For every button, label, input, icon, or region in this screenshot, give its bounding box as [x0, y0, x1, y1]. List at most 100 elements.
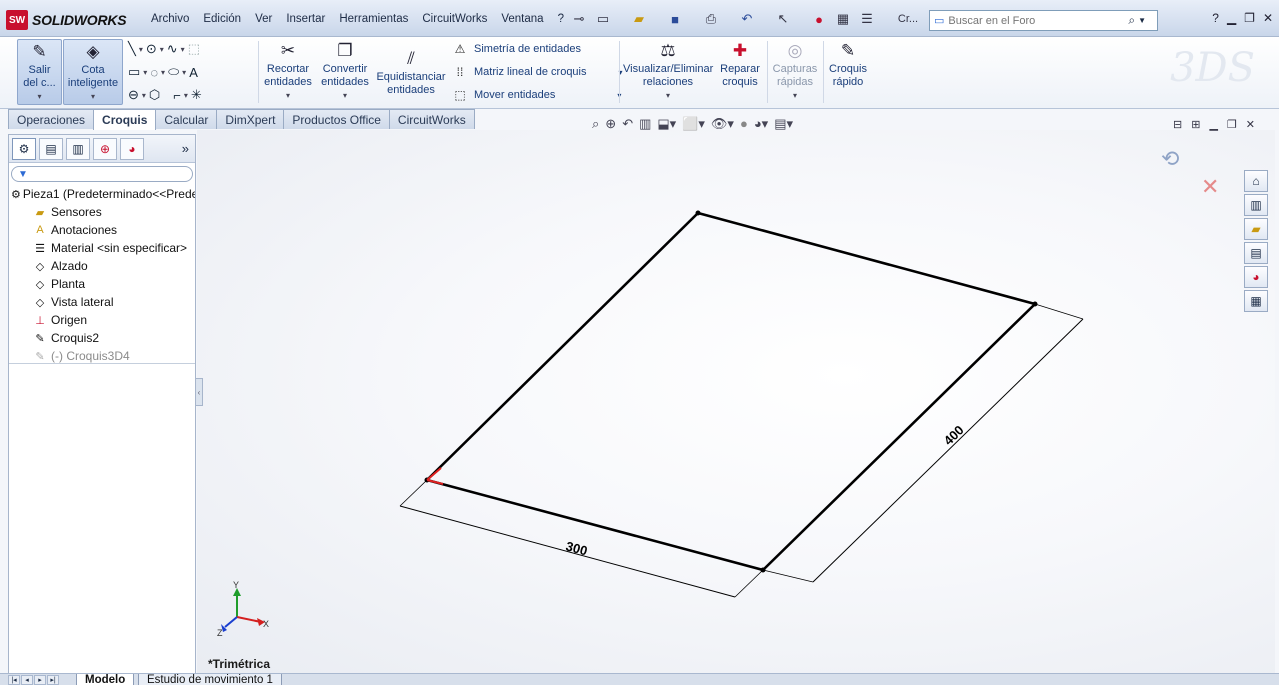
- file-explorer-icon[interactable]: ▰: [1244, 218, 1268, 240]
- slot-icon[interactable]: ⊖: [128, 87, 139, 103]
- spline-icon[interactable]: ∿: [167, 41, 178, 57]
- convert-entities-button[interactable]: ❐ Convertir entidades ▾: [318, 39, 372, 105]
- design-library-icon[interactable]: ▥: [1244, 194, 1268, 216]
- last-tab-icon[interactable]: ▸|: [47, 675, 59, 685]
- apply-scene-icon[interactable]: ◕▾: [754, 116, 768, 132]
- close-icon[interactable]: ✕: [1263, 11, 1273, 25]
- quick-snaps-button[interactable]: ◎ Capturas rápidas ▾: [769, 39, 821, 105]
- solidworks-resources-icon[interactable]: ⌂: [1244, 170, 1268, 192]
- polygon-icon[interactable]: ⬡: [149, 87, 160, 103]
- select-cursor-icon[interactable]: ↖: [774, 10, 792, 28]
- tab-modelo[interactable]: Modelo: [76, 674, 135, 685]
- save-icon[interactable]: ■: [666, 10, 684, 28]
- zoom-to-fit-icon[interactable]: ⌕: [592, 116, 599, 132]
- tab-croquis[interactable]: Croquis: [93, 109, 157, 130]
- view-settings-icon[interactable]: ▤▾: [774, 116, 793, 132]
- feature-tree-filter[interactable]: ▼: [11, 166, 193, 182]
- sketch-vertex[interactable]: [695, 210, 701, 216]
- print-icon[interactable]: ⎙: [702, 10, 720, 28]
- tree-item-planta[interactable]: ◇ Planta: [11, 275, 195, 293]
- split-view-icon[interactable]: ⊟: [1173, 118, 1182, 131]
- tab-operaciones[interactable]: Operaciones: [8, 109, 95, 129]
- help-icon[interactable]: ?: [1212, 11, 1219, 25]
- menu-ventana[interactable]: Ventana: [494, 11, 550, 27]
- display-delete-relations-button[interactable]: ⚖ Visualizar/Eliminar relaciones ▾: [623, 39, 713, 105]
- tree-item-origen[interactable]: ⊥ Origen: [11, 311, 195, 329]
- tree-item-sensores[interactable]: ▰ Sensores: [11, 203, 195, 221]
- hide-show-items-icon[interactable]: 👁▾: [711, 116, 734, 132]
- graphics-area[interactable]: 300 400 Y X Z ⟲ ✕: [197, 130, 1275, 673]
- appearances-icon[interactable]: ◕: [1244, 266, 1268, 288]
- view-orientation-icon[interactable]: ⬓▾: [657, 116, 676, 132]
- dimxpert-manager-tab-icon[interactable]: ⊕: [93, 137, 117, 160]
- sketch-line-bottom[interactable]: [426, 478, 764, 572]
- undo-icon[interactable]: ↶: [738, 10, 756, 28]
- tab-circuitworks[interactable]: CircuitWorks: [388, 109, 475, 129]
- previous-view-icon[interactable]: ↶: [622, 116, 633, 132]
- exit-sketch-button[interactable]: ✎ Salir del c... ▾: [17, 39, 62, 105]
- file-properties-icon[interactable]: ☰: [858, 10, 876, 28]
- property-manager-tab-icon[interactable]: ▤: [39, 137, 63, 160]
- tile-view-icon[interactable]: ⊞: [1191, 118, 1200, 131]
- menu-help[interactable]: ?: [551, 11, 571, 27]
- tree-item-vista-lateral[interactable]: ◇ Vista lateral: [11, 293, 195, 311]
- tab-estudio-movimiento[interactable]: Estudio de movimiento 1: [138, 674, 282, 685]
- menu-edicion[interactable]: Edición: [196, 11, 248, 27]
- menu-archivo[interactable]: Archivo: [144, 11, 196, 27]
- solidworks-logo[interactable]: SW SOLIDWORKS: [6, 9, 127, 31]
- circle-icon[interactable]: ⊙: [146, 41, 157, 57]
- display-style-icon[interactable]: ⬜▾: [682, 116, 705, 132]
- trim-entities-button[interactable]: ✂ Recortar entidades ▾: [262, 39, 314, 105]
- next-tab-icon[interactable]: ▸: [34, 675, 46, 685]
- open-folder-icon[interactable]: ▰: [630, 10, 648, 28]
- tab-calcular[interactable]: Calcular: [155, 109, 218, 129]
- options-icon[interactable]: ▦: [834, 10, 852, 28]
- text-icon[interactable]: A: [189, 65, 198, 80]
- ellipse-icon[interactable]: ⬭: [168, 64, 179, 80]
- prev-tab-icon[interactable]: ◂: [21, 675, 33, 685]
- tree-root-part[interactable]: ⚙ Pieza1 (Predeterminado<<Predeterminado…: [11, 185, 195, 203]
- dimension-value-300[interactable]: 300: [564, 538, 589, 558]
- close-document-icon[interactable]: ✕: [1246, 118, 1255, 131]
- menu-circuitworks[interactable]: CircuitWorks: [415, 11, 494, 27]
- forum-search-input[interactable]: [948, 14, 1129, 27]
- view-palette-icon[interactable]: ▤: [1244, 242, 1268, 264]
- arc-icon[interactable]: ◌: [150, 65, 158, 80]
- menu-ver[interactable]: Ver: [248, 11, 279, 27]
- display-manager-tab-icon[interactable]: ◕: [120, 137, 144, 160]
- repair-sketch-button[interactable]: ✚ Reparar croquis: [716, 39, 764, 105]
- configuration-manager-tab-icon[interactable]: ▥: [66, 137, 90, 160]
- section-view-icon[interactable]: ▥: [639, 116, 651, 132]
- sketch-line-top[interactable]: [697, 211, 1036, 306]
- zoom-to-area-icon[interactable]: ⊕: [605, 116, 616, 132]
- offset-entities-button[interactable]: ⫽ Equidistanciar entidades: [376, 47, 446, 113]
- menu-herramientas[interactable]: Herramientas: [332, 11, 415, 27]
- tree-item-alzado[interactable]: ◇ Alzado: [11, 257, 195, 275]
- rectangle-icon[interactable]: ▭: [128, 64, 140, 80]
- tab-productos-office[interactable]: Productos Office: [283, 109, 390, 129]
- tree-item-anotaciones[interactable]: A Anotaciones: [11, 221, 195, 239]
- minimize-document-icon[interactable]: ▁: [1209, 118, 1217, 131]
- point-icon[interactable]: ✳: [191, 87, 202, 103]
- fillet-icon[interactable]: ⌐: [173, 88, 181, 103]
- minimize-icon[interactable]: ▁: [1227, 11, 1236, 25]
- tree-item-material[interactable]: ☰ Material <sin especificar>: [11, 239, 195, 257]
- move-entities-button[interactable]: ⬚ Mover entidades ▾: [452, 88, 621, 102]
- sketch-line-left[interactable]: [426, 212, 699, 481]
- search-dropdown-icon[interactable]: ▼: [1138, 16, 1146, 25]
- line-icon[interactable]: ╲: [128, 41, 136, 57]
- new-document-icon[interactable]: ▭: [594, 10, 612, 28]
- first-tab-icon[interactable]: |◂: [8, 675, 20, 685]
- tab-dimxpert[interactable]: DimXpert: [216, 109, 285, 129]
- restore-icon[interactable]: ❐: [1244, 11, 1255, 25]
- rapid-sketch-button[interactable]: ✎ Croquis rápido: [826, 39, 870, 105]
- dimension-value-400[interactable]: 400: [941, 422, 967, 448]
- cancel-sketch-corner-icon[interactable]: ✕: [1201, 174, 1219, 199]
- pin-icon[interactable]: ⊸: [570, 10, 588, 28]
- edit-appearance-icon[interactable]: ●: [740, 116, 748, 132]
- tree-item-croquis2[interactable]: ✎ Croquis2: [11, 329, 195, 347]
- smart-dimension-button[interactable]: ◈ Cota inteligente ▾: [63, 39, 123, 105]
- exit-sketch-corner-icon[interactable]: ⟲: [1161, 146, 1179, 171]
- dimension-line-400[interactable]: [812, 318, 1084, 583]
- sketch-line-right[interactable]: [762, 303, 1036, 571]
